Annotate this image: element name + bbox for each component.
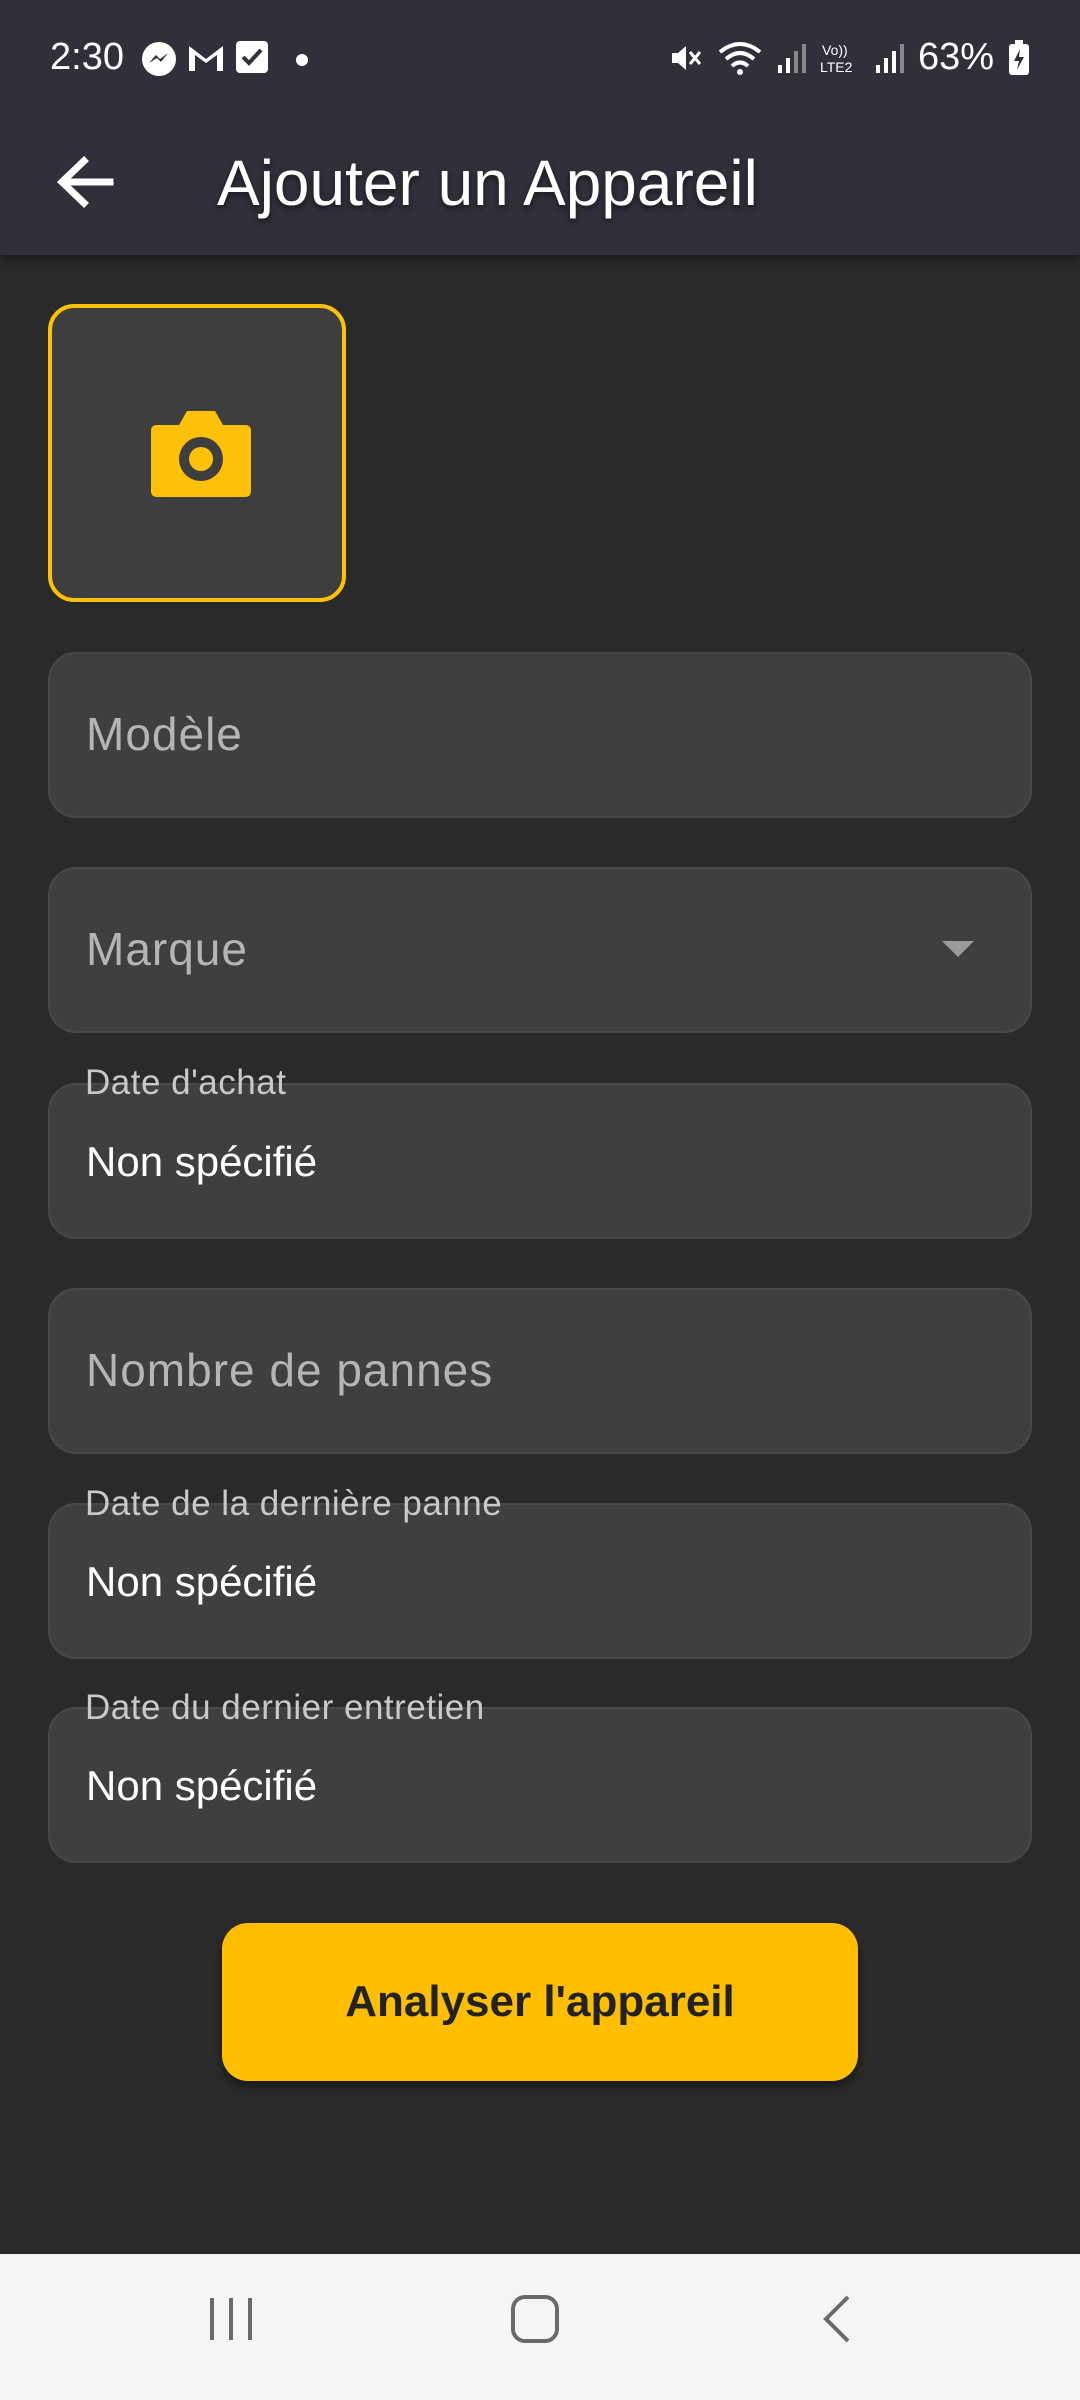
dot-icon [296,54,308,66]
volte-icon: Vo)) LTE2 [820,42,853,75]
status-bar: 2:30 Vo)) LTE2 63% [0,0,1080,125]
purchase-date-value: Non spécifié [86,1138,318,1185]
dropdown-arrow-icon [942,941,974,957]
failure-count-input[interactable]: Nombre de pannes [48,1288,1032,1454]
mute-icon [671,45,702,70]
brand-dropdown[interactable]: Marque [48,867,1032,1033]
svg-text:LTE2: LTE2 [820,59,853,75]
last-maintenance-date-field[interactable]: Non spécifié [48,1707,1032,1863]
purchase-date-field[interactable]: Non spécifié [48,1083,1032,1239]
gmail-icon [189,46,223,71]
last-failure-date-field[interactable]: Non spécifié [48,1503,1032,1659]
app-bar: Ajouter un Appareil [0,125,1080,255]
analyze-button[interactable]: Analyser l'appareil [222,1923,858,2081]
model-input[interactable]: Modèle [48,652,1032,818]
last-maintenance-date-value: Non spécifié [86,1762,318,1809]
last-failure-date-value: Non spécifié [86,1558,318,1605]
system-nav-bar [0,2254,1080,2400]
last-failure-date-label: Date de la dernière panne [85,1484,503,1523]
model-placeholder: Modèle [86,708,243,760]
status-right-group: Vo)) LTE2 63% [668,36,1030,79]
signal-icon [875,43,904,73]
battery-icon [1009,39,1029,75]
back-nav-icon[interactable] [818,2294,858,2344]
photo-picker-button[interactable] [48,304,346,602]
last-maintenance-date-label: Date du dernier entretien [85,1688,485,1727]
brand-placeholder: Marque [86,923,248,975]
signal-icon [777,43,806,73]
battery-percent: 63% [917,36,994,78]
recent-apps-icon[interactable] [206,2294,256,2344]
page-title: Ajouter un Appareil [217,147,758,219]
back-arrow-icon[interactable] [50,147,120,217]
svg-text:Vo)): Vo)) [822,42,848,58]
purchase-date-label: Date d'achat [85,1063,287,1102]
failure-count-placeholder: Nombre de pannes [86,1344,494,1396]
status-time: 2:30 [50,36,124,78]
tasks-icon [236,41,268,73]
messenger-icon [142,42,176,76]
camera-icon [151,411,251,497]
wifi-icon [718,41,762,75]
home-icon[interactable] [510,2294,560,2344]
